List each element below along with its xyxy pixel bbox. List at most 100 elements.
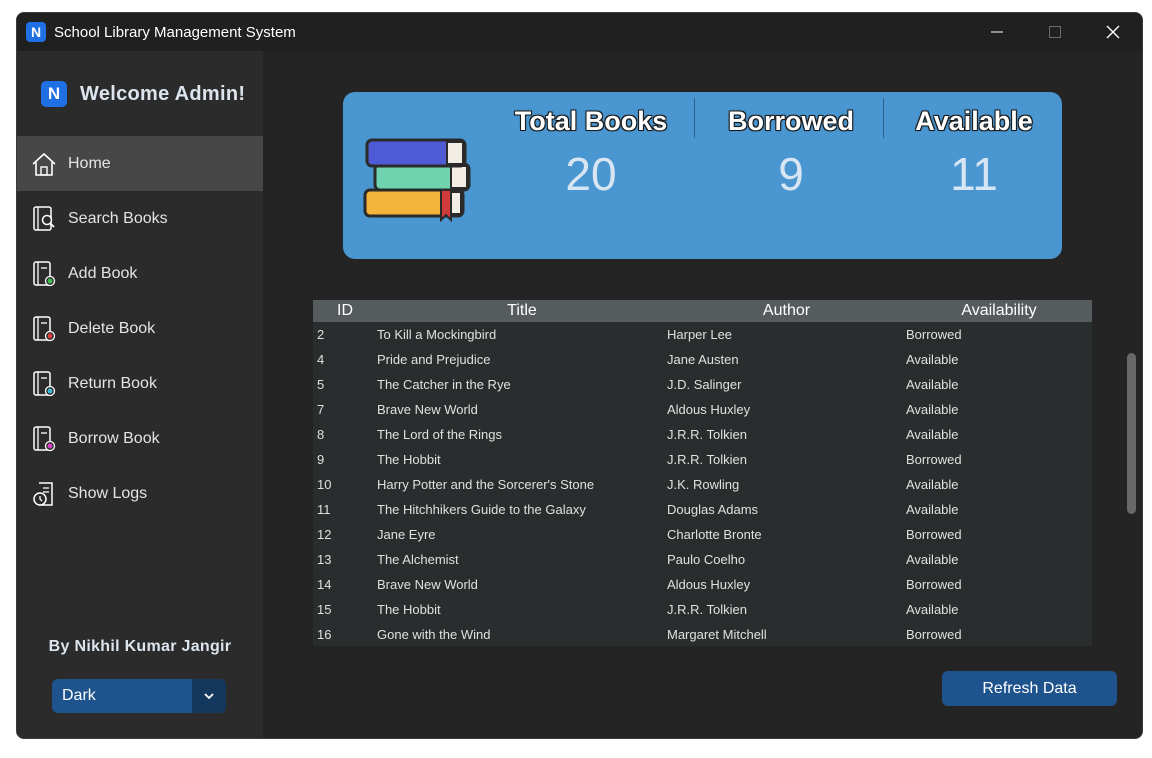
- scrollbar[interactable]: [1127, 353, 1136, 514]
- cell-author: J.D. Salinger: [667, 377, 742, 392]
- table-row[interactable]: 16 Gone with the Wind Margaret Mitchell Bor…: [313, 622, 1092, 646]
- table-row[interactable]: 9 The Hobbit J.R.R. Tolkien Borrowed: [313, 447, 1092, 472]
- cell-author: Charlotte Bronte: [667, 527, 762, 542]
- borrowed-stat: Borrowed 9: [713, 106, 869, 201]
- cell-author: J.K. Rowling: [667, 477, 740, 492]
- table-row[interactable]: 15 The Hobbit J.R.R. Tolkien Available: [313, 597, 1092, 622]
- column-header-id[interactable]: ID: [313, 300, 377, 322]
- sidebar-item-label: Delete Book: [68, 319, 156, 337]
- cell-author: Aldous Huxley: [667, 577, 751, 592]
- cell-title: The Hitchhikers Guide to the Galaxy: [377, 502, 586, 517]
- app-window: N School Library Management System N Wel…: [16, 12, 1143, 739]
- minimize-button[interactable]: [968, 13, 1026, 51]
- sidebar-item-label: Show Logs: [68, 484, 148, 502]
- table-row[interactable]: 14 Brave New World Aldous Huxley Borrowed: [313, 572, 1092, 597]
- table-row[interactable]: 11 The Hitchhikers Guide to the Galaxy Dou…: [313, 497, 1092, 522]
- books-stack-icon: [361, 134, 473, 227]
- cell-title: The Lord of the Rings: [377, 427, 503, 442]
- author-credit: By Nikhil Kumar Jangir: [48, 638, 232, 655]
- sidebar-item-return-book[interactable]: Return Book: [17, 356, 263, 411]
- cell-author: J.R.R. Tolkien: [667, 602, 747, 617]
- cell-id: 7: [317, 402, 325, 417]
- sidebar-item-label: Borrow Book: [68, 429, 160, 447]
- search-book-icon: [31, 205, 57, 233]
- sidebar-item-label: Return Book: [68, 374, 157, 392]
- cell-id: 15: [317, 602, 332, 617]
- sidebar-item-label: Home: [68, 154, 111, 172]
- sidebar-item-show-logs[interactable]: Show Logs: [17, 466, 263, 521]
- brand-logo-icon: N: [41, 81, 67, 107]
- cell-author: Harper Lee: [667, 327, 733, 342]
- column-header-author[interactable]: Author: [667, 300, 906, 322]
- sidebar-item-borrow-book[interactable]: Borrow Book: [17, 411, 263, 466]
- sidebar-item-add-book[interactable]: Add Book: [17, 246, 263, 301]
- table-row[interactable]: 8 The Lord of the Rings J.R.R. Tolkien Avai…: [313, 422, 1092, 447]
- table-body: 2 To Kill a Mockingbird Harper Lee Borrowed…: [313, 322, 1092, 646]
- books-table[interactable]: ID Title Author Availability 2 To Kill a …: [313, 300, 1092, 646]
- brand: N Welcome Admin!: [41, 81, 245, 107]
- chevron-down-icon: [204, 693, 214, 700]
- cell-availability: Borrowed: [906, 527, 962, 542]
- table-row[interactable]: 12 Jane Eyre Charlotte Bronte Borrowed: [313, 522, 1092, 547]
- cell-author: J.R.R. Tolkien: [667, 427, 747, 442]
- column-header-availability[interactable]: Availability: [906, 300, 1092, 322]
- table-row[interactable]: 13 The Alchemist Paulo Coelho Available: [313, 547, 1092, 572]
- cell-availability: Available: [906, 352, 959, 367]
- cell-id: 8: [317, 427, 325, 442]
- table-row[interactable]: 7 Brave New World Aldous Huxley Available: [313, 397, 1092, 422]
- cell-availability: Available: [906, 402, 959, 417]
- close-button[interactable]: [1084, 13, 1142, 51]
- cell-title: To Kill a Mockingbird: [377, 327, 497, 342]
- sidebar: N Welcome Admin! Home Search Books Add B…: [17, 51, 263, 738]
- available-stat: Available 11: [899, 106, 1049, 201]
- cell-availability: Available: [906, 377, 959, 392]
- sidebar-item-label: Search Books: [68, 209, 168, 227]
- cell-availability: Available: [906, 477, 959, 492]
- refresh-data-button[interactable]: Refresh Data: [942, 671, 1117, 706]
- delete-book-icon: [31, 315, 57, 343]
- column-header-title[interactable]: Title: [377, 300, 667, 322]
- cell-author: J.R.R. Tolkien: [667, 452, 747, 467]
- title-bar: N School Library Management System: [17, 13, 1142, 51]
- borrow-book-icon: [31, 425, 57, 453]
- cell-title: Brave New World: [377, 577, 478, 592]
- cell-availability: Available: [906, 427, 959, 442]
- table-row[interactable]: 2 To Kill a Mockingbird Harper Lee Borrowed: [313, 322, 1092, 347]
- minimize-icon: [991, 31, 1003, 33]
- table-row[interactable]: 5 The Catcher in the Rye J.D. Salinger Avai…: [313, 372, 1092, 397]
- cell-title: Pride and Prejudice: [377, 352, 491, 367]
- table-header: ID Title Author Availability: [313, 300, 1092, 322]
- cell-availability: Available: [906, 552, 959, 567]
- cell-availability: Borrowed: [906, 327, 962, 342]
- theme-value: Dark: [62, 687, 96, 704]
- sidebar-item-home[interactable]: Home: [17, 136, 263, 191]
- theme-dropdown[interactable]: Dark: [52, 679, 226, 713]
- cell-id: 2: [317, 327, 325, 342]
- cell-id: 10: [317, 477, 332, 492]
- cell-availability: Borrowed: [906, 627, 962, 642]
- total-books-value: 20: [565, 148, 617, 200]
- maximize-button[interactable]: [1026, 13, 1084, 51]
- table-row[interactable]: 4 Pride and Prejudice Jane Austen Available: [313, 347, 1092, 372]
- total-books-label: Total Books: [514, 106, 668, 136]
- cell-title: Gone with the Wind: [377, 627, 491, 642]
- stat-divider: [694, 98, 695, 138]
- sidebar-item-delete-book[interactable]: Delete Book: [17, 301, 263, 356]
- app-logo-icon: N: [26, 22, 46, 42]
- cell-author: Jane Austen: [667, 352, 739, 367]
- table-row[interactable]: 10 Harry Potter and the Sorcerer's Stone J…: [313, 472, 1092, 497]
- dropdown-arrow-button[interactable]: [192, 679, 226, 713]
- sidebar-item-search-books[interactable]: Search Books: [17, 191, 263, 246]
- window-title: School Library Management System: [54, 23, 296, 41]
- cell-id: 5: [317, 377, 325, 392]
- cell-author: Paulo Coelho: [667, 552, 746, 567]
- cell-title: Harry Potter and the Sorcerer's Stone: [377, 477, 595, 492]
- cell-title: The Hobbit: [377, 602, 441, 617]
- cell-availability: Available: [906, 602, 959, 617]
- cell-title: The Alchemist: [377, 552, 459, 567]
- maximize-icon: [1049, 26, 1061, 38]
- sidebar-nav: Home Search Books Add Book Delete Book R…: [17, 136, 263, 521]
- cell-id: 9: [317, 452, 325, 467]
- cell-author: Douglas Adams: [667, 502, 759, 517]
- stat-divider: [883, 98, 884, 138]
